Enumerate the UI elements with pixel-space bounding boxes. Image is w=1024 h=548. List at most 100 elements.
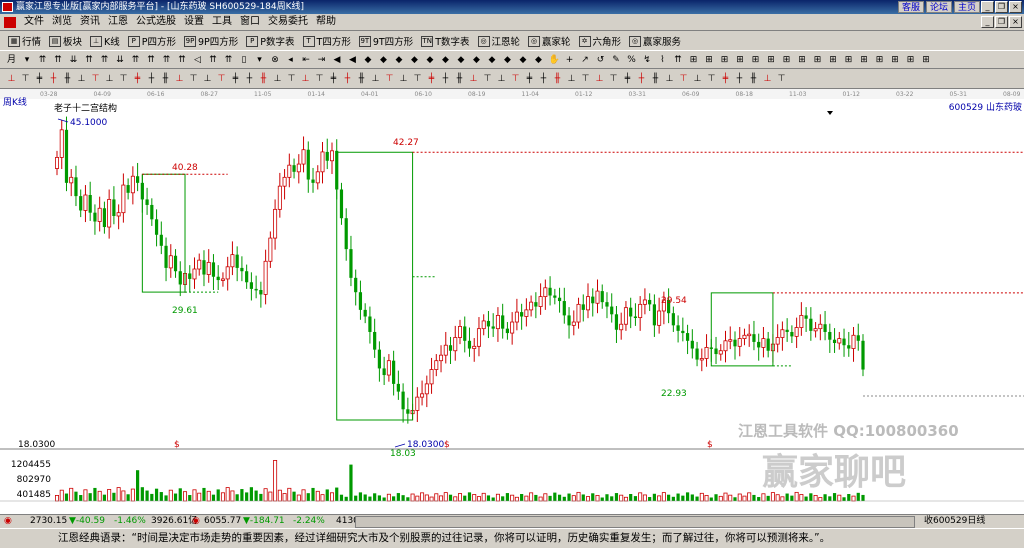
draw-tool-icon[interactable]: ⊞ (874, 55, 885, 66)
toolbar-t-button[interactable]: T T四方形 (299, 34, 355, 48)
indicator-tool-icon[interactable]: ⊤ (384, 74, 395, 85)
indicator-tool-icon[interactable]: ┼ (244, 74, 255, 85)
draw-tool-icon[interactable]: ⇊ (115, 55, 126, 66)
menu-file[interactable]: 文件 (20, 14, 48, 30)
indicator-tool-icon[interactable]: ⊤ (482, 74, 493, 85)
draw-tool-icon[interactable]: ▯ (239, 55, 250, 66)
draw-tool-icon[interactable]: ▾ (254, 55, 265, 66)
menu-gann[interactable]: 江恩 (104, 14, 132, 30)
draw-tool-icon[interactable]: ⇈ (37, 55, 48, 66)
indicator-tool-icon[interactable]: ╪ (426, 74, 437, 85)
draw-tool-icon[interactable]: ⊞ (921, 55, 932, 66)
toolbar-kline-button[interactable]: ⊥ K线 (86, 34, 124, 48)
indicator-tool-icon[interactable]: ⊤ (90, 74, 101, 85)
draw-tool-icon[interactable]: ◆ (533, 55, 544, 66)
toolbar-service-button[interactable]: ◎ 赢家服务 (625, 34, 685, 48)
indicator-tool-icon[interactable]: ┼ (48, 74, 59, 85)
indicator-tool-icon[interactable]: ⊤ (412, 74, 423, 85)
menu-settings[interactable]: 设置 (180, 14, 208, 30)
indicator-tool-icon[interactable]: ⊤ (286, 74, 297, 85)
draw-tool-icon[interactable]: ◆ (487, 55, 498, 66)
draw-tool-icon[interactable]: ⊞ (688, 55, 699, 66)
indicator-tool-icon[interactable]: ⊥ (692, 74, 703, 85)
indicator-tool-icon[interactable]: ⊥ (370, 74, 381, 85)
indicator-tool-icon[interactable]: ⊥ (6, 74, 17, 85)
indicator-tool-icon[interactable]: ┼ (146, 74, 157, 85)
draw-tool-icon[interactable]: ◆ (425, 55, 436, 66)
indicator-tool-icon[interactable]: ⊥ (272, 74, 283, 85)
indicator-tool-icon[interactable]: ⊥ (104, 74, 115, 85)
indicator-tool-icon[interactable]: ╪ (524, 74, 535, 85)
horizontal-scrollbar[interactable] (355, 516, 915, 528)
draw-tool-icon[interactable]: 月 (6, 55, 17, 66)
draw-tool-icon[interactable]: ↯ (642, 55, 653, 66)
indicator-tool-icon[interactable]: ┼ (538, 74, 549, 85)
toolbar-tn-button[interactable]: TN T数字表 (417, 34, 473, 48)
draw-tool-icon[interactable]: ◁ (192, 55, 203, 66)
draw-tool-icon[interactable]: ↗ (580, 55, 591, 66)
draw-tool-icon[interactable]: ⇈ (99, 55, 110, 66)
draw-tool-icon[interactable]: ⇈ (673, 55, 684, 66)
draw-tool-icon[interactable]: ◆ (363, 55, 374, 66)
indicator-tool-icon[interactable]: ⊥ (594, 74, 605, 85)
indicator-tool-icon[interactable]: ⊤ (580, 74, 591, 85)
draw-tool-icon[interactable]: ◀ (332, 55, 343, 66)
draw-tool-icon[interactable]: ⊞ (828, 55, 839, 66)
indicator-tool-icon[interactable]: ⊥ (496, 74, 507, 85)
draw-tool-icon[interactable]: ⊞ (735, 55, 746, 66)
indicator-tool-icon[interactable]: ⊤ (678, 74, 689, 85)
draw-tool-icon[interactable]: + (564, 55, 575, 66)
indicator-tool-icon[interactable]: ⊥ (300, 74, 311, 85)
draw-tool-icon[interactable]: ⊞ (812, 55, 823, 66)
draw-tool-icon[interactable]: ⇈ (84, 55, 95, 66)
draw-tool-icon[interactable]: ⇈ (208, 55, 219, 66)
draw-tool-icon[interactable]: ⊞ (704, 55, 715, 66)
indicator-tool-icon[interactable]: ╫ (356, 74, 367, 85)
minimize-icon[interactable]: _ (981, 1, 994, 13)
indicator-tool-icon[interactable]: ┼ (440, 74, 451, 85)
draw-tool-icon[interactable]: ⇊ (68, 55, 79, 66)
draw-tool-icon[interactable]: ⇤ (301, 55, 312, 66)
indicator-tool-icon[interactable]: ╫ (552, 74, 563, 85)
draw-tool-icon[interactable]: ▾ (22, 55, 33, 66)
indicator-tool-icon[interactable]: ╫ (454, 74, 465, 85)
mdi-minimize-icon[interactable]: _ (981, 16, 994, 28)
draw-tool-icon[interactable]: ◆ (394, 55, 405, 66)
draw-tool-icon[interactable]: ⇈ (146, 55, 157, 66)
indicator-tool-icon[interactable]: ╫ (62, 74, 73, 85)
toolbar-pn-button[interactable]: P P数字表 (242, 34, 298, 48)
draw-tool-icon[interactable]: ⊗ (270, 55, 281, 66)
draw-tool-icon[interactable]: ◆ (409, 55, 420, 66)
mdi-close-icon[interactable]: × (1009, 16, 1022, 28)
indicator-tool-icon[interactable]: ╫ (258, 74, 269, 85)
indicator-tool-icon[interactable]: ╫ (748, 74, 759, 85)
indicator-tool-icon[interactable]: ╪ (720, 74, 731, 85)
toolbar-blocks-button[interactable]: ▤ 板块 (45, 34, 86, 48)
indicator-tool-icon[interactable]: ⊥ (174, 74, 185, 85)
close-icon[interactable]: × (1009, 1, 1022, 13)
link-forum[interactable]: 论坛 (925, 1, 952, 13)
draw-tool-icon[interactable]: ⊞ (890, 55, 901, 66)
indicator-tool-icon[interactable]: ⊥ (398, 74, 409, 85)
draw-tool-icon[interactable]: ◀ (347, 55, 358, 66)
menu-window[interactable]: 窗口 (236, 14, 264, 30)
indicator-tool-icon[interactable]: ╪ (622, 74, 633, 85)
draw-tool-icon[interactable]: ⇈ (177, 55, 188, 66)
indicator-tool-icon[interactable]: ┼ (342, 74, 353, 85)
draw-tool-icon[interactable]: ⊞ (766, 55, 777, 66)
indicator-tool-icon[interactable]: ⊤ (608, 74, 619, 85)
toolbar-grid-button[interactable]: ▦ 行情 (4, 34, 45, 48)
draw-tool-icon[interactable]: ◆ (518, 55, 529, 66)
draw-tool-icon[interactable]: ⇈ (223, 55, 234, 66)
toolbar-yj-wheel-button[interactable]: ◎ 赢家轮 (524, 34, 575, 48)
draw-tool-icon[interactable]: ⇈ (53, 55, 64, 66)
menu-browse[interactable]: 浏览 (48, 14, 76, 30)
draw-tool-icon[interactable]: ⊞ (781, 55, 792, 66)
indicator-tool-icon[interactable]: ╫ (650, 74, 661, 85)
toolbar-wheel-button[interactable]: ◎ 江恩轮 (474, 34, 525, 48)
draw-tool-icon[interactable]: ⌇ (657, 55, 668, 66)
draw-tool-icon[interactable]: ⇈ (161, 55, 172, 66)
draw-tool-icon[interactable]: ◆ (471, 55, 482, 66)
chart-area[interactable]: 03-28 04-09 06-16 08-27 11-05 01-14 04-01 06-10… (0, 89, 1024, 515)
indicator-tool-icon[interactable]: ⊤ (118, 74, 129, 85)
